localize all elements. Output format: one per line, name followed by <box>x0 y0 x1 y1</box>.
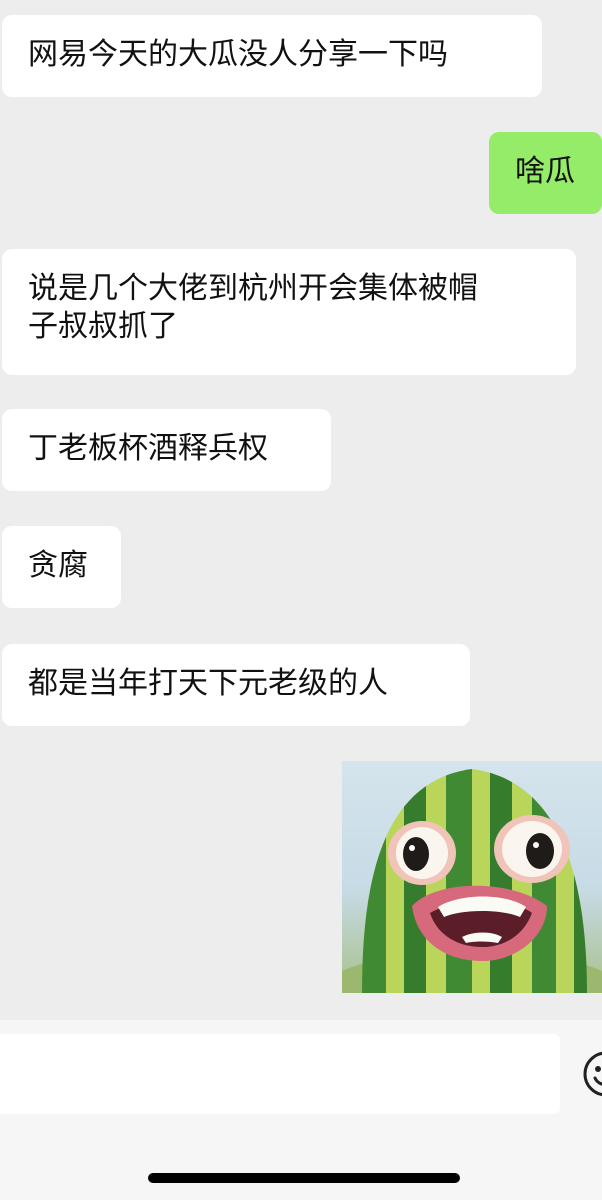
message-bubble-received[interactable]: 丁老板杯酒释兵权 <box>2 409 331 491</box>
message-bubble-received[interactable]: 贪腐 <box>2 526 121 608</box>
home-indicator[interactable] <box>148 1173 460 1183</box>
watermelon-face-sticker[interactable] <box>342 761 602 993</box>
message-input-field[interactable] <box>0 1034 560 1114</box>
message-bubble-sent[interactable]: 啥瓜 <box>489 132 602 214</box>
message-bubble-received[interactable]: 说是几个大佬到杭州开会集体被帽 子叔叔抓了 <box>2 249 576 375</box>
emoji-icon[interactable] <box>582 1050 602 1098</box>
message-bubble-received[interactable]: 网易今天的大瓜没人分享一下吗 <box>2 15 542 97</box>
chat-message-list: 网易今天的大瓜没人分享一下吗 啥瓜 说是几个大佬到杭州开会集体被帽 子叔叔抓了 … <box>0 0 602 1020</box>
message-bubble-received[interactable]: 都是当年打天下元老级的人 <box>2 644 470 726</box>
watermelon-face-image <box>342 769 602 993</box>
emoji-icon-glyph <box>583 1051 602 1097</box>
